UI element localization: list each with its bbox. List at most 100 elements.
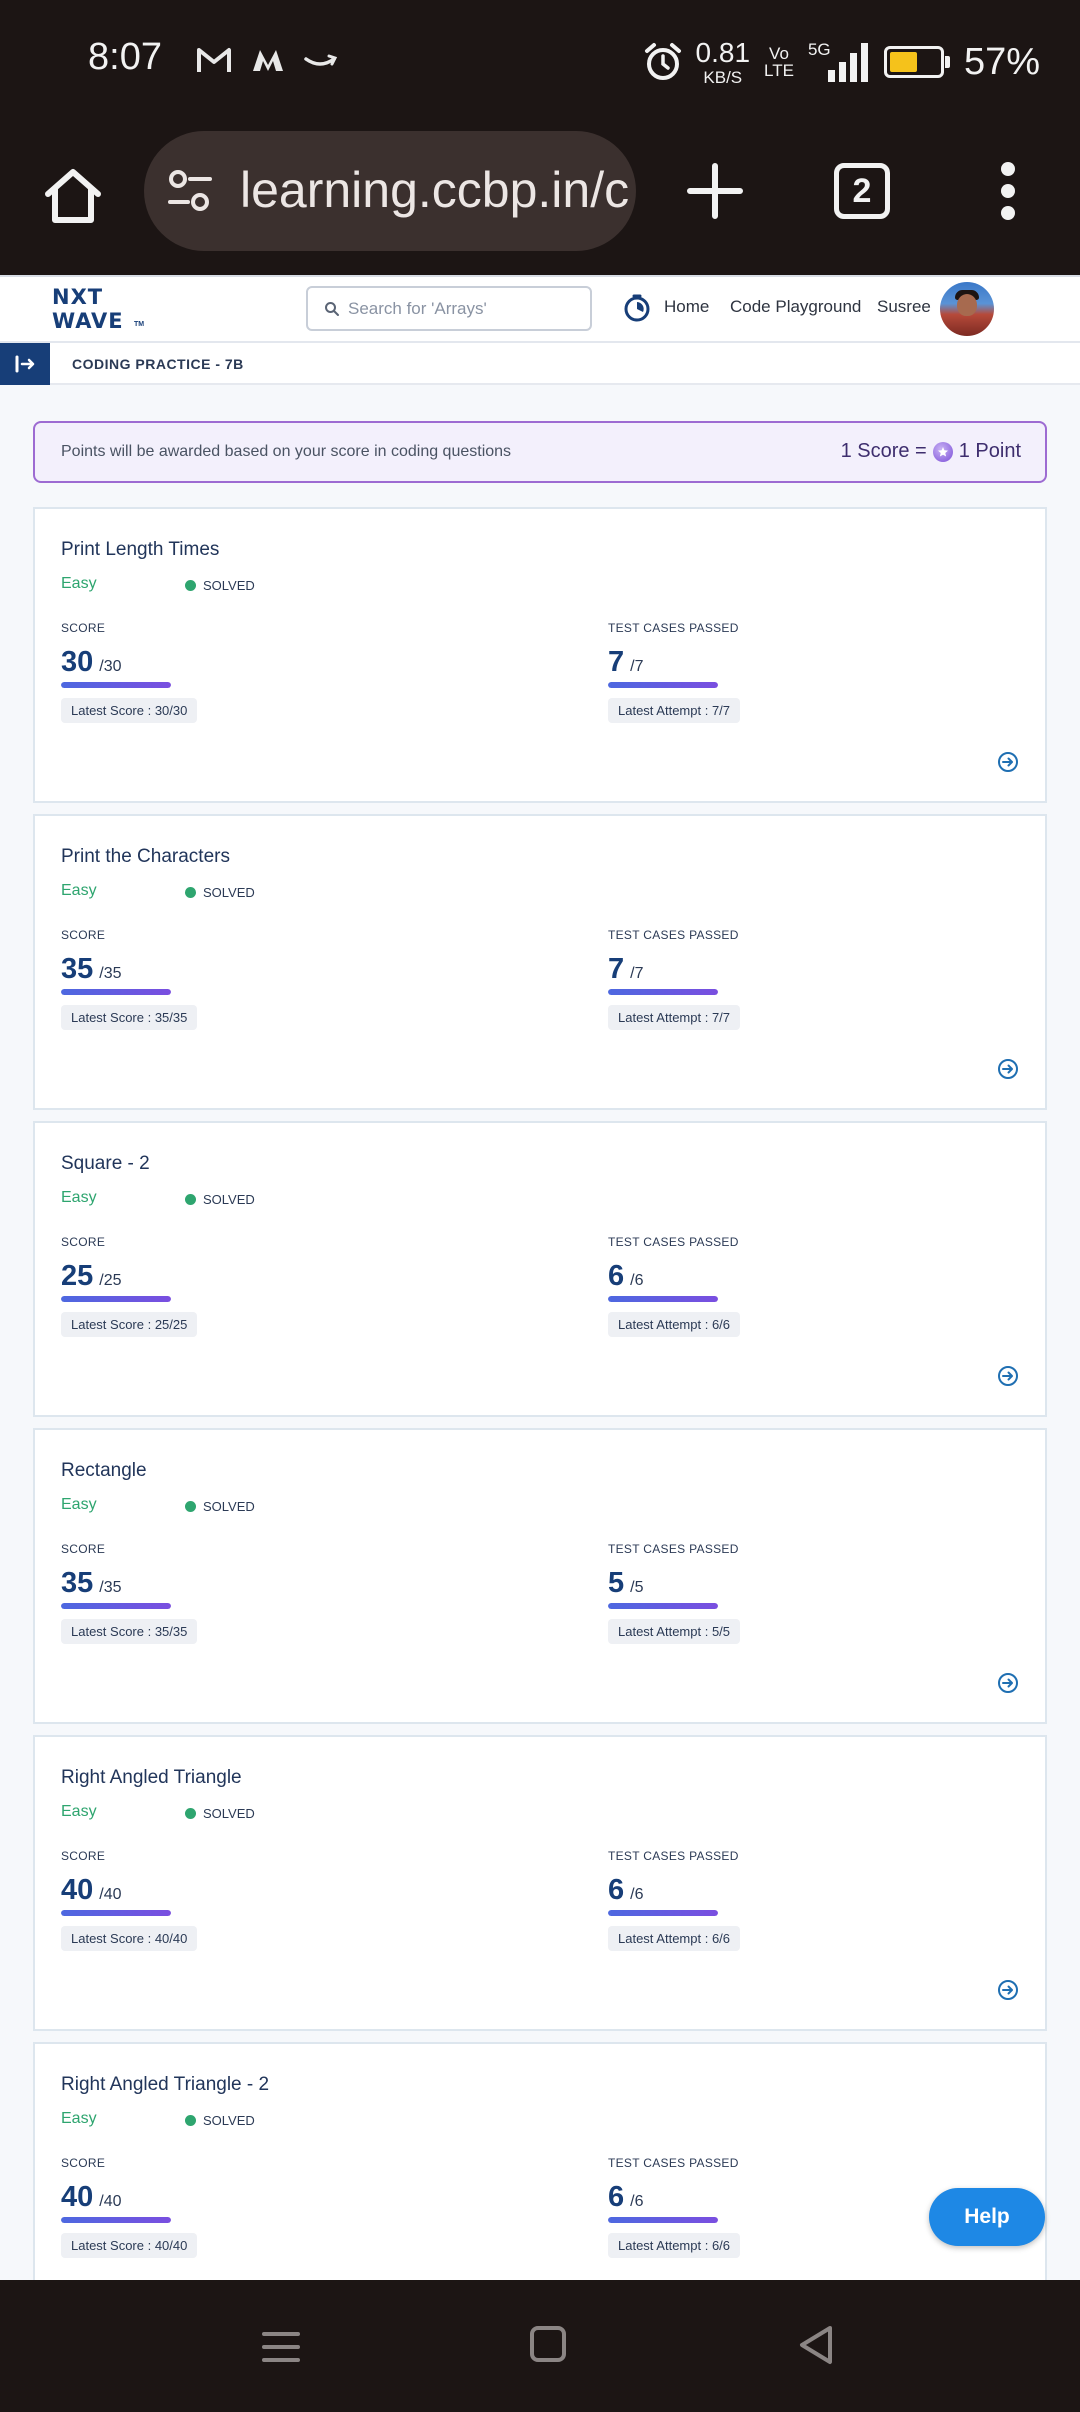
question-title[interactable]: Right Angled Triangle - 2 — [61, 2074, 269, 2096]
question-card[interactable]: Right Angled Triangle - 2 Easy SOLVED SC… — [33, 2042, 1047, 2280]
score-progress-bar — [61, 1603, 171, 1609]
new-tab-icon[interactable] — [680, 156, 750, 226]
tests-number: 7 — [608, 953, 625, 985]
score-number: 25 — [61, 1260, 94, 1292]
status-time: 8:07 — [88, 36, 162, 78]
status-badge: SOLVED — [185, 1192, 255, 1207]
tests-number: 6 — [608, 2181, 625, 2213]
question-card[interactable]: Print the Characters Easy SOLVED SCORE 3… — [33, 814, 1047, 1110]
overflow-menu-icon[interactable] — [990, 156, 1026, 226]
arrow-right-circle-icon[interactable] — [997, 1365, 1019, 1387]
tests-number: 6 — [608, 1260, 625, 1292]
score-value: 25 /25 — [61, 1260, 281, 1292]
score-value: 30 /30 — [61, 646, 281, 678]
question-card[interactable]: Rectangle Easy SOLVED SCORE 35 /35 Lates… — [33, 1428, 1047, 1724]
latest-attempt-chip: Latest Attempt : 6/6 — [608, 1926, 741, 1951]
difficulty-badge: Easy — [61, 2110, 97, 2127]
home-icon[interactable] — [530, 2326, 566, 2362]
question-title[interactable]: Square - 2 — [61, 1153, 150, 1175]
tests-progress-bar — [608, 989, 718, 995]
nxtwave-logo[interactable]: NXT WAVE TM — [52, 285, 152, 335]
tests-block: TEST CASES PASSED 6 /6 Latest Attempt : … — [608, 1235, 828, 1337]
nav-code-playground[interactable]: Code Playground — [730, 297, 861, 317]
score-max: /30 — [99, 658, 122, 675]
arrow-right-circle-icon[interactable] — [997, 1979, 1019, 2001]
tab-count: 2 — [852, 171, 872, 210]
recents-icon[interactable] — [262, 2328, 300, 2366]
tests-max: /6 — [630, 1886, 644, 1903]
tests-label: TEST CASES PASSED — [608, 928, 739, 942]
score-value: 40 /40 — [61, 1874, 281, 1906]
question-card[interactable]: Square - 2 Easy SOLVED SCORE 25 /25 Late… — [33, 1121, 1047, 1417]
points-message: Points will be awarded based on your sco… — [61, 443, 512, 460]
system-nav-bar — [0, 2280, 1080, 2412]
site-settings-icon[interactable] — [166, 167, 214, 215]
solved-dot-icon — [185, 1501, 196, 1512]
tests-value: 6 /6 — [608, 2181, 828, 2213]
status-badge: SOLVED — [185, 1806, 255, 1821]
battery-icon — [883, 46, 950, 78]
back-icon[interactable] — [796, 2324, 836, 2366]
tests-label: TEST CASES PASSED — [608, 1235, 739, 1249]
question-title[interactable]: Right Angled Triangle — [61, 1767, 242, 1789]
address-bar[interactable]: learning.ccbp.in/c — [144, 131, 636, 251]
status-label: SOLVED — [203, 1192, 255, 1207]
question-title[interactable]: Rectangle — [61, 1460, 147, 1482]
search-input[interactable] — [348, 296, 580, 322]
home-icon[interactable] — [38, 160, 108, 230]
points-coin-icon — [932, 441, 953, 462]
score-label: SCORE — [61, 1849, 106, 1863]
volte-top: Vo — [769, 44, 789, 63]
difficulty-badge: Easy — [61, 575, 97, 592]
score-value: 40 /40 — [61, 2181, 281, 2213]
tests-progress-bar — [608, 682, 718, 688]
score-label: SCORE — [61, 928, 106, 942]
score-value: 35 /35 — [61, 1567, 281, 1599]
avatar[interactable] — [940, 282, 994, 336]
arrow-right-circle-icon[interactable] — [997, 1672, 1019, 1694]
status-label: SOLVED — [203, 2113, 255, 2128]
question-card[interactable]: Print Length Times Easy SOLVED SCORE 30 … — [33, 507, 1047, 803]
tests-block: TEST CASES PASSED 6 /6 Latest Attempt : … — [608, 1849, 828, 1951]
status-bar: 8:07 0.81 KB/S Vo LTE 5G 57% — [0, 0, 1080, 125]
tests-progress-bar — [608, 1910, 718, 1916]
tab-switcher-icon[interactable]: 2 — [834, 163, 890, 219]
network-speed-unit: KB/S — [703, 67, 743, 87]
score-max: /35 — [99, 965, 122, 982]
status-label: SOLVED — [203, 578, 255, 593]
solved-dot-icon — [185, 580, 196, 591]
arrow-right-circle-icon[interactable] — [997, 1058, 1019, 1080]
address-bar-url: learning.ccbp.in/c — [240, 162, 630, 218]
help-button[interactable]: Help — [929, 2188, 1045, 2246]
difficulty-badge: Easy — [61, 882, 97, 899]
score-block: SCORE 25 /25 Latest Score : 25/25 — [61, 1235, 281, 1337]
site-header: NXT WAVE TM Home Code Playground Susree — [0, 275, 1080, 343]
nav-user-name[interactable]: Susree — [877, 297, 931, 317]
browser-toolbar: learning.ccbp.in/c 2 — [0, 125, 1080, 275]
tests-max: /6 — [630, 1272, 644, 1289]
status-badge: SOLVED — [185, 1499, 255, 1514]
latest-score-chip: Latest Score : 25/25 — [61, 1312, 198, 1337]
score-max: /40 — [99, 2193, 122, 2210]
latest-score-chip: Latest Score : 35/35 — [61, 1005, 198, 1030]
question-title[interactable]: Print the Characters — [61, 846, 230, 868]
breadcrumb: CODING PRACTICE - 7B — [72, 356, 244, 372]
status-badge: SOLVED — [185, 885, 255, 900]
tests-progress-bar — [608, 1296, 718, 1302]
score-progress-bar — [61, 2217, 171, 2223]
timer-icon[interactable] — [622, 293, 652, 323]
nav-home[interactable]: Home — [664, 297, 709, 317]
search-box[interactable] — [306, 286, 592, 331]
amazon-icon — [304, 54, 338, 66]
network-speed: 0.81 KB/S — [696, 38, 751, 87]
signal-icon — [827, 43, 868, 82]
solved-dot-icon — [185, 887, 196, 898]
sidebar-toggle-icon[interactable] — [0, 343, 50, 385]
tests-block: TEST CASES PASSED 7 /7 Latest Attempt : … — [608, 928, 828, 1030]
question-card[interactable]: Right Angled Triangle Easy SOLVED SCORE … — [33, 1735, 1047, 2031]
arrow-right-circle-icon[interactable] — [997, 751, 1019, 773]
tests-block: TEST CASES PASSED 6 /6 Latest Attempt : … — [608, 2156, 828, 2258]
logo-tm: TM — [134, 321, 145, 328]
score-progress-bar — [61, 1296, 171, 1302]
question-title[interactable]: Print Length Times — [61, 539, 219, 561]
